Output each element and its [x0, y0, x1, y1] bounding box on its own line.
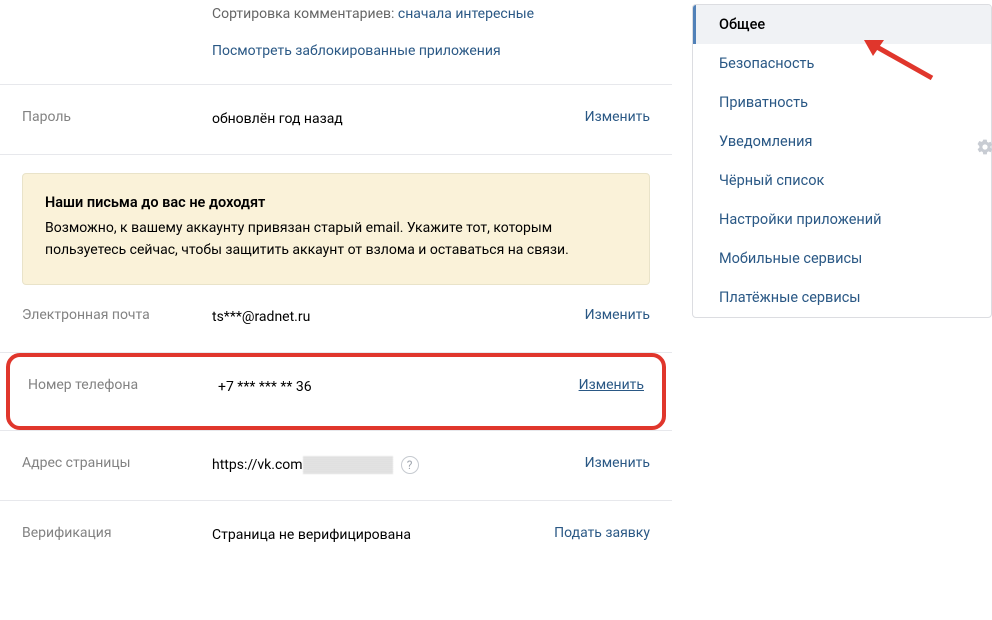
sidebar-item-notifications[interactable]: Уведомления — [693, 122, 991, 161]
sidebar-item-mobile-services[interactable]: Мобильные сервисы — [693, 239, 991, 278]
email-row: Электронная почта ts***@radnet.ru Измени… — [0, 289, 672, 352]
sidebar-item-general[interactable]: Общее — [693, 5, 991, 44]
comment-sort-value[interactable]: сначала интересные — [398, 6, 534, 22]
sidebar-item-payment-services[interactable]: Платёжные сервисы — [693, 278, 991, 317]
address-prefix: https://vk.com — [212, 455, 303, 476]
email-warning-wrap: Наши письма до вас не доходят Возможно, … — [0, 155, 672, 289]
email-warning-box: Наши письма до вас не доходят Возможно, … — [22, 173, 650, 285]
password-value: обновлён год назад — [212, 109, 573, 130]
gear-icon[interactable] — [976, 138, 992, 156]
verification-apply-link[interactable]: Подать заявку — [554, 525, 650, 541]
phone-highlight: Номер телефона +7 *** *** ** 36 Изменить — [0, 353, 672, 430]
address-row: Адрес страницы https://vk.com ? Изменить — [0, 431, 672, 500]
password-label: Пароль — [22, 109, 212, 125]
address-value: https://vk.com ? — [212, 455, 573, 476]
phone-label: Номер телефона — [28, 377, 218, 393]
settings-sidebar: Общее Безопасность Приватность Уведомлен… — [692, 0, 992, 318]
comment-sort-row: Сортировка комментариев: сначала интерес… — [212, 4, 650, 25]
password-change-link[interactable]: Изменить — [585, 109, 650, 125]
verification-label: Верификация — [22, 525, 212, 541]
password-row: Пароль обновлён год назад Изменить — [0, 85, 672, 154]
phone-change-link[interactable]: Изменить — [579, 377, 644, 393]
top-section: Сортировка комментариев: сначала интерес… — [0, 0, 672, 84]
verification-row: Верификация Страница не верифицирована П… — [0, 501, 672, 570]
sidebar-menu: Общее Безопасность Приватность Уведомлен… — [692, 4, 992, 318]
spacer — [22, 41, 212, 62]
address-label: Адрес страницы — [22, 455, 212, 471]
email-warning-body: Возможно, к вашему аккаунту привязан ста… — [45, 218, 627, 261]
email-value: ts***@radnet.ru — [212, 307, 573, 328]
sidebar-item-security[interactable]: Безопасность — [693, 44, 991, 83]
address-id-redacted — [303, 456, 393, 474]
email-label: Электронная почта — [22, 307, 212, 323]
email-change-link[interactable]: Изменить — [585, 307, 650, 323]
phone-row: Номер телефона +7 *** *** ** 36 Изменить — [6, 353, 666, 430]
verification-value: Страница не верифицирована — [212, 525, 542, 546]
blocked-apps-link[interactable]: Посмотреть заблокированные приложения — [212, 43, 501, 59]
phone-value: +7 *** *** ** 36 — [218, 377, 579, 398]
help-icon[interactable]: ? — [401, 456, 419, 474]
sidebar-item-privacy[interactable]: Приватность — [693, 83, 991, 122]
spacer — [22, 4, 212, 25]
comment-sort-label: Сортировка комментариев: — [212, 6, 394, 22]
address-change-link[interactable]: Изменить — [585, 455, 650, 471]
settings-main-column: Сортировка комментариев: сначала интерес… — [0, 0, 672, 570]
sidebar-item-blacklist[interactable]: Чёрный список — [693, 161, 991, 200]
email-warning-title: Наши письма до вас не доходят — [45, 192, 627, 214]
sidebar-item-app-settings[interactable]: Настройки приложений — [693, 200, 991, 239]
